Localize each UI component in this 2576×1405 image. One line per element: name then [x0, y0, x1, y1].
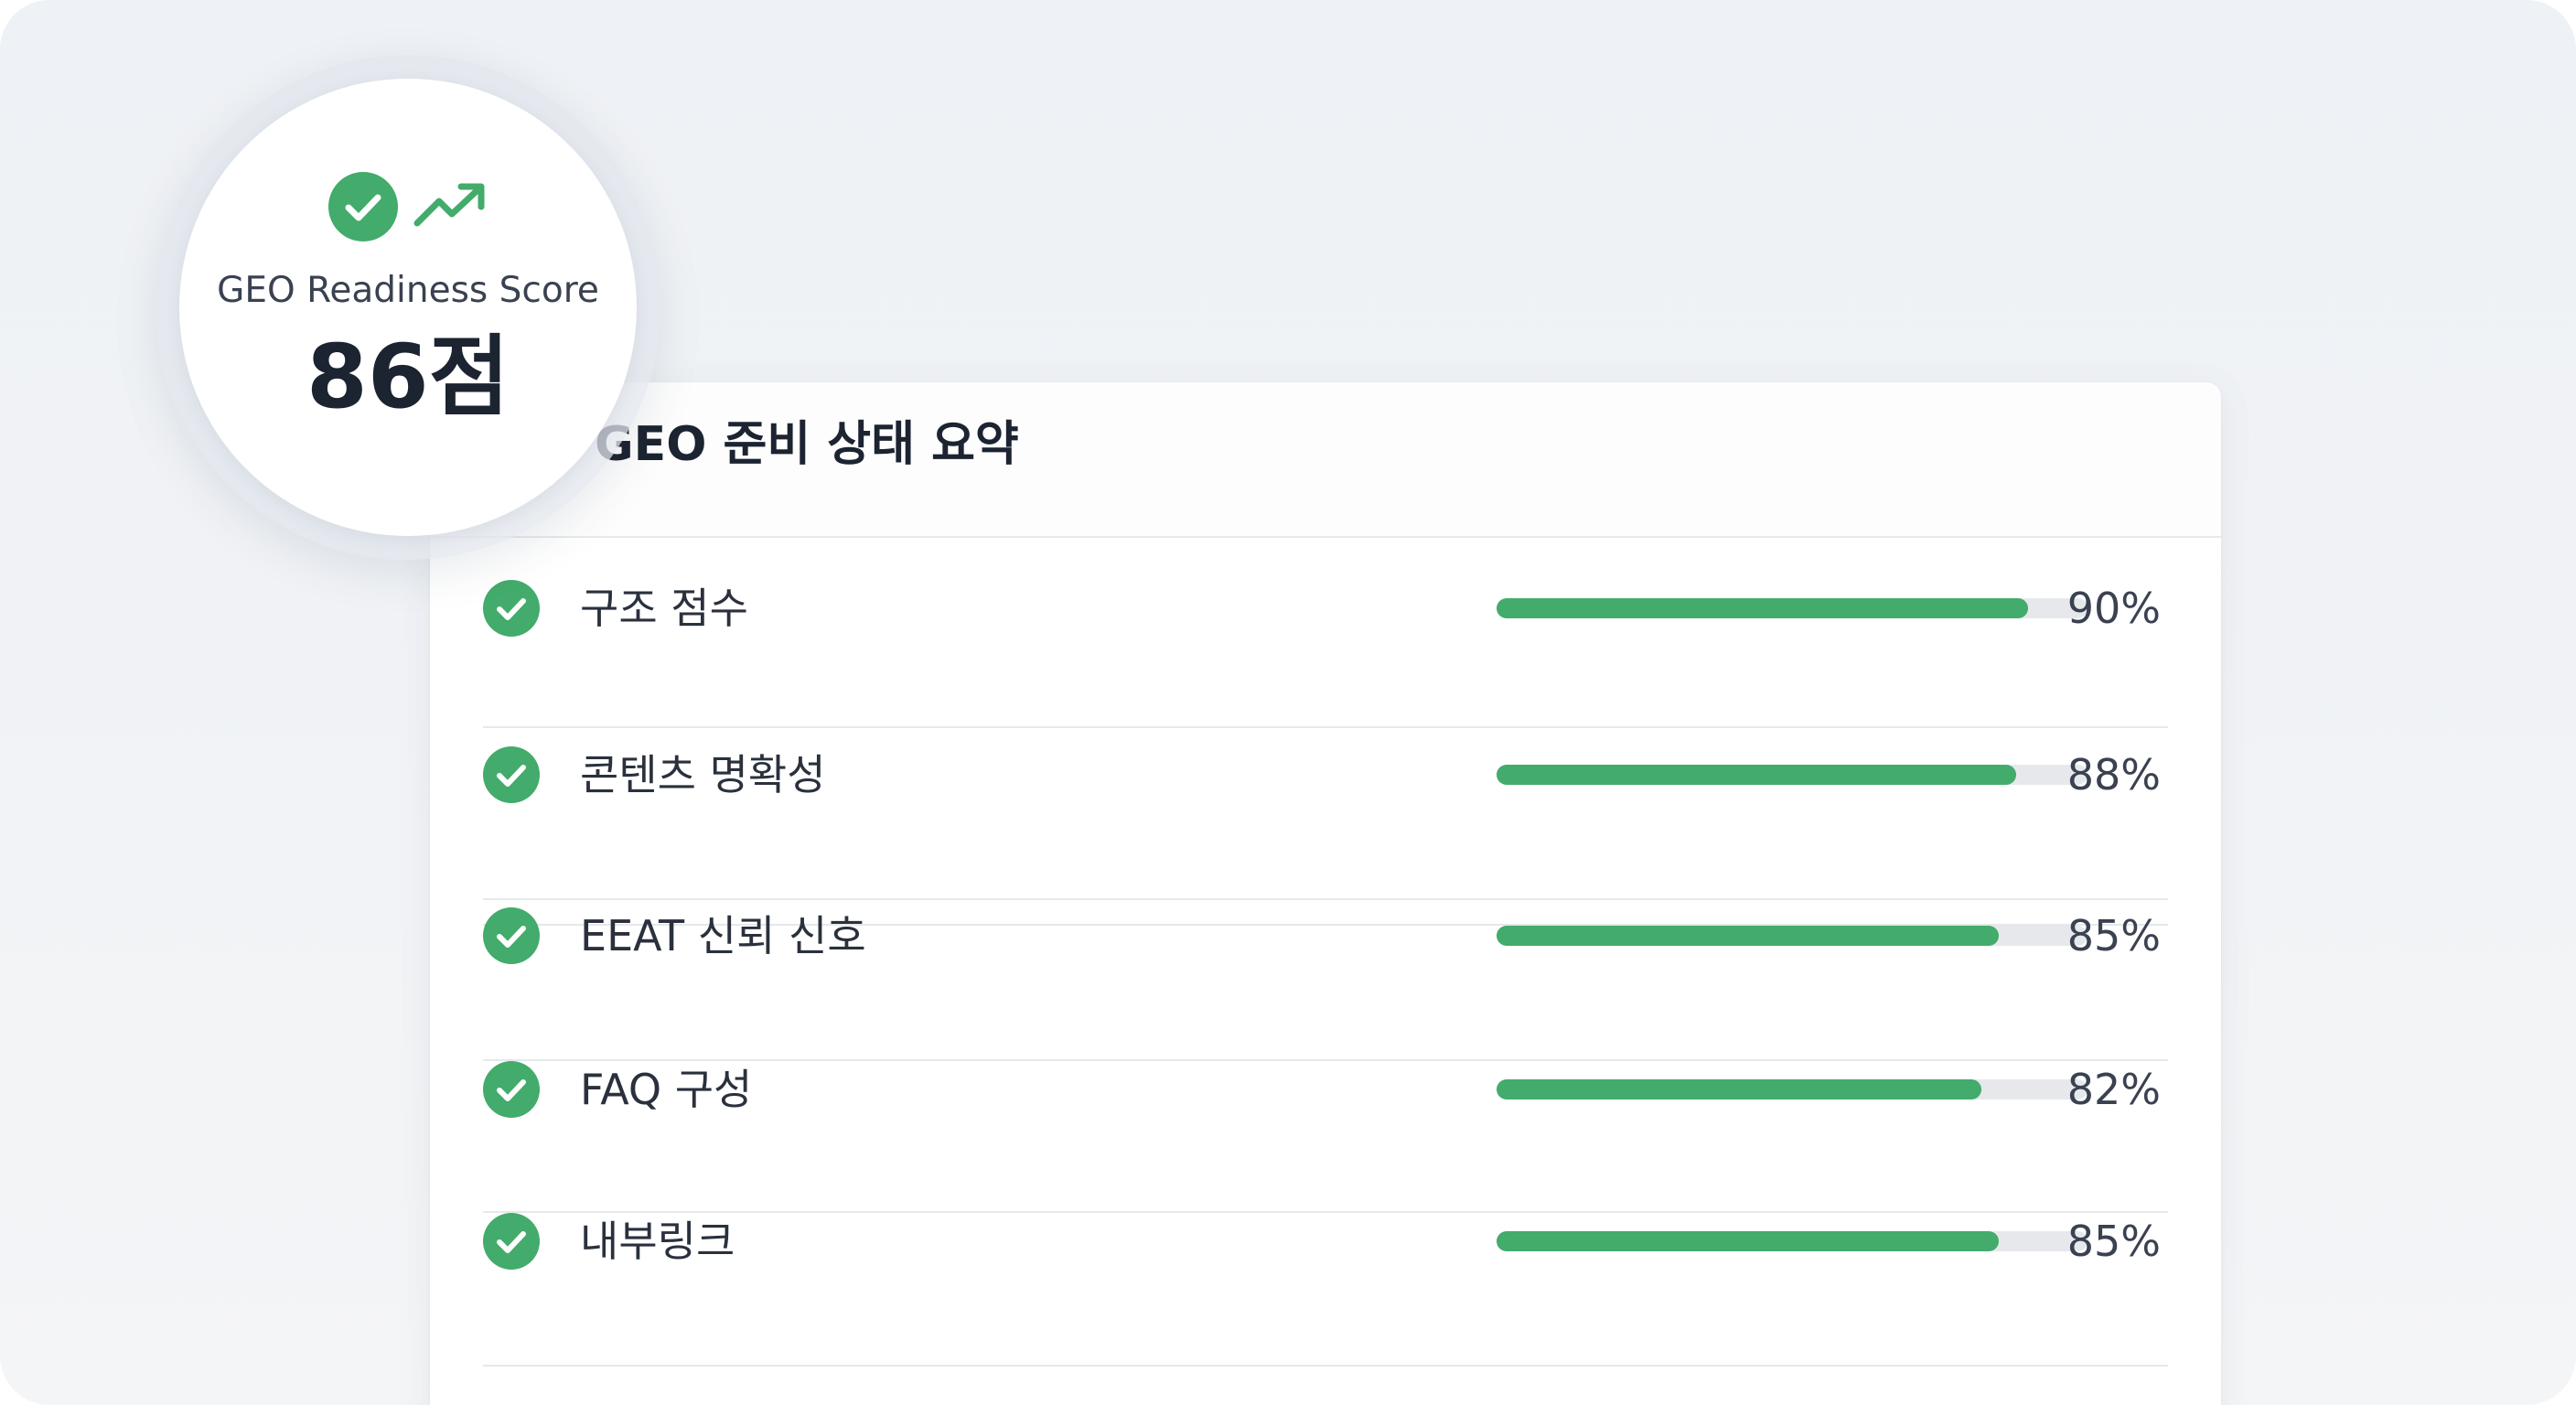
row-divider [483, 1059, 2168, 1061]
progress-bar-fill [1497, 926, 2000, 946]
progress-bar-track [1497, 765, 2088, 785]
score-value: 86점 [306, 326, 510, 428]
check-circle-icon [483, 746, 540, 803]
row-percentage: 85% [2066, 1217, 2161, 1266]
row-divider [483, 1365, 2168, 1367]
check-circle-icon [328, 172, 398, 241]
row-percentage: 85% [2066, 911, 2161, 960]
check-circle-icon [483, 580, 540, 637]
score-label: GEO Readiness Score [217, 270, 599, 311]
check-circle-icon [483, 1213, 540, 1270]
progress-bar-track [1497, 598, 2088, 618]
progress-bar-fill [1497, 598, 2029, 618]
row-label: 구조 점수 [580, 584, 748, 633]
progress-bar-track [1497, 926, 2088, 946]
check-circle-icon [483, 907, 540, 964]
row-label: 내부링크 [580, 1217, 735, 1266]
row-label: FAQ 구성 [580, 1065, 753, 1114]
readiness-summary-card: GEO 준비 상태 요약 구조 점수 90% 콘텐츠 명확성 88% EEAT … [430, 382, 2221, 1405]
screen-background: GEO 준비 상태 요약 구조 점수 90% 콘텐츠 명확성 88% EEAT … [0, 0, 2576, 1405]
row-percentage: 82% [2066, 1065, 2161, 1114]
progress-bar-fill [1497, 1231, 2000, 1251]
card-header: GEO 준비 상태 요약 [430, 382, 2221, 538]
row-label: EEAT 신뢰 신호 [580, 911, 866, 960]
progress-bar-fill [1497, 765, 2017, 785]
row-divider [483, 1211, 2168, 1213]
row-divider [483, 726, 2168, 728]
row-label: 콘텐츠 명확성 [580, 750, 826, 799]
check-circle-icon [483, 1061, 540, 1118]
progress-bar-track [1497, 1079, 2088, 1099]
row-divider [483, 898, 2168, 900]
progress-bar-fill [1497, 1079, 1981, 1099]
trending-up-icon [413, 183, 485, 227]
row-percentage: 88% [2066, 750, 2161, 799]
readiness-score-badge: GEO Readiness Score 86점 [179, 79, 637, 536]
row-percentage: 90% [2066, 584, 2161, 633]
progress-bar-track [1497, 1231, 2088, 1251]
card-title: GEO 준비 상태 요약 [595, 417, 1019, 472]
